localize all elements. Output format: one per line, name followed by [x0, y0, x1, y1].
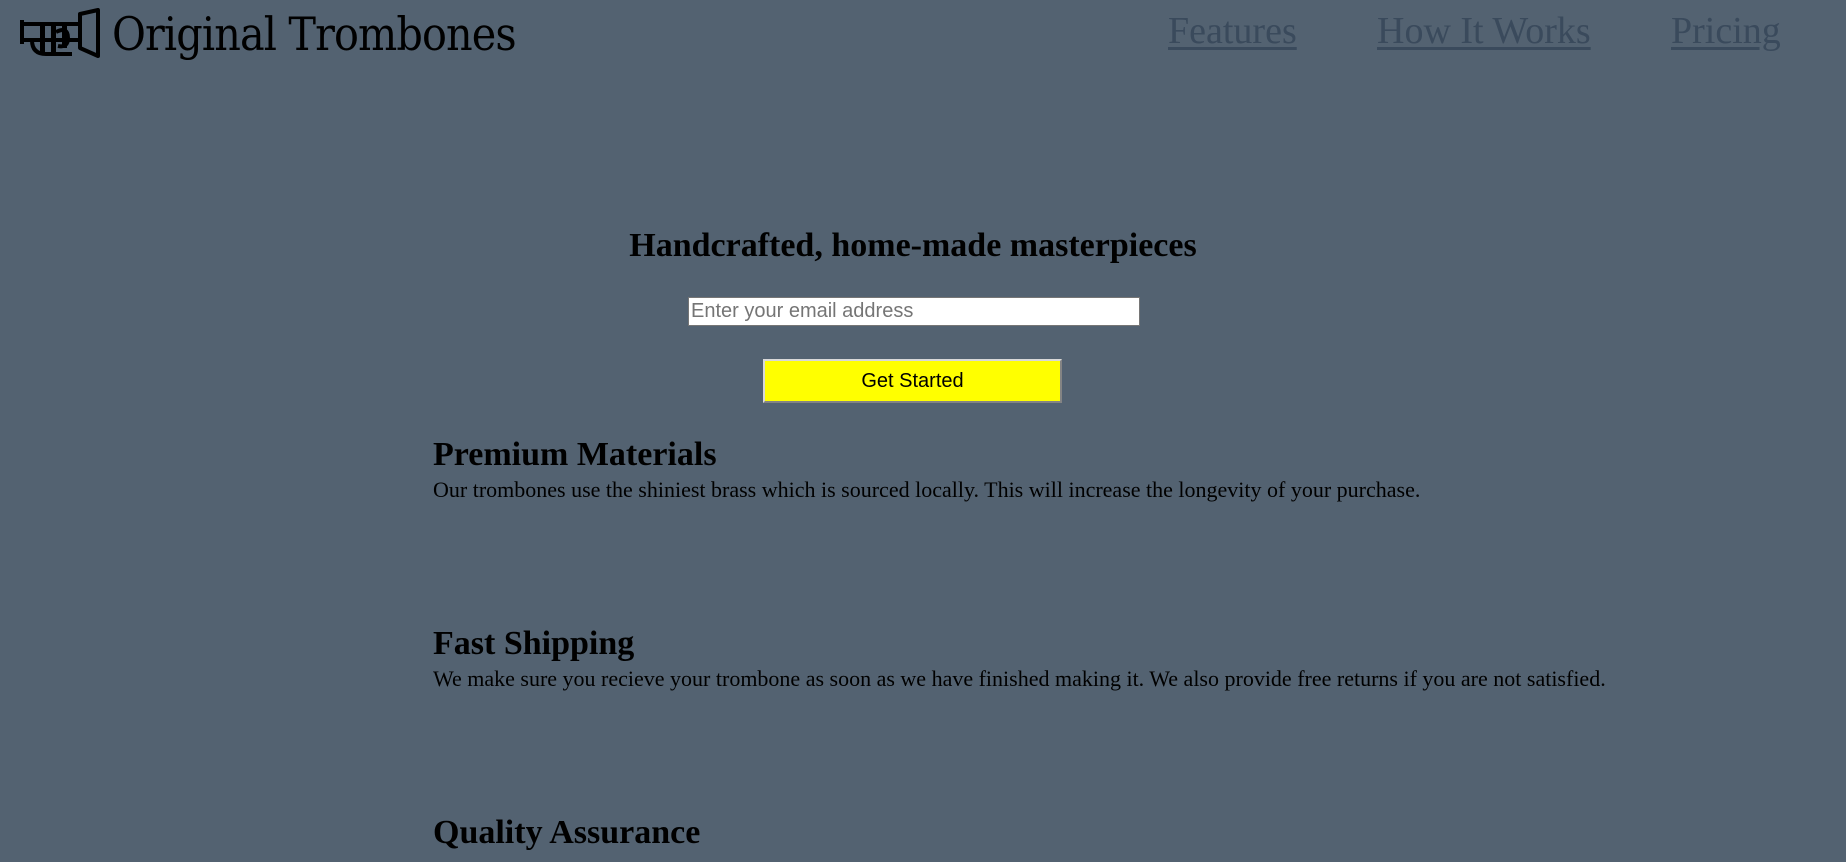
- email-input[interactable]: [688, 297, 1140, 326]
- feature-title: Premium Materials: [433, 436, 717, 473]
- feature-fast-shipping: Fast Shipping We make sure you recieve y…: [433, 624, 1813, 694]
- nav-link-how-it-works[interactable]: How It Works: [1377, 8, 1591, 54]
- nav-link-features[interactable]: Features: [1168, 8, 1297, 54]
- hero-title: Handcrafted, home-made masterpieces: [629, 227, 1197, 264]
- feature-quality-assurance: Quality Assurance: [433, 813, 1813, 853]
- get-started-button[interactable]: Get Started: [763, 359, 1062, 403]
- feature-title: Fast Shipping: [433, 625, 635, 662]
- hero-section: Handcrafted, home-made masterpieces: [0, 224, 1826, 268]
- site-header: Original Trombones Features How It Works…: [0, 0, 1846, 70]
- feature-description: We make sure you recieve your trombone a…: [433, 666, 1606, 691]
- feature-premium-materials: Premium Materials Our trombones use the …: [433, 435, 1813, 505]
- logo[interactable]: Original Trombones: [20, 6, 561, 62]
- nav-link-pricing[interactable]: Pricing: [1671, 8, 1781, 54]
- logo-text: Original Trombones: [112, 7, 517, 61]
- feature-title: Quality Assurance: [433, 814, 701, 851]
- feature-description: Our trombones use the shiniest brass whi…: [433, 477, 1421, 502]
- trumpet-icon: [20, 8, 100, 58]
